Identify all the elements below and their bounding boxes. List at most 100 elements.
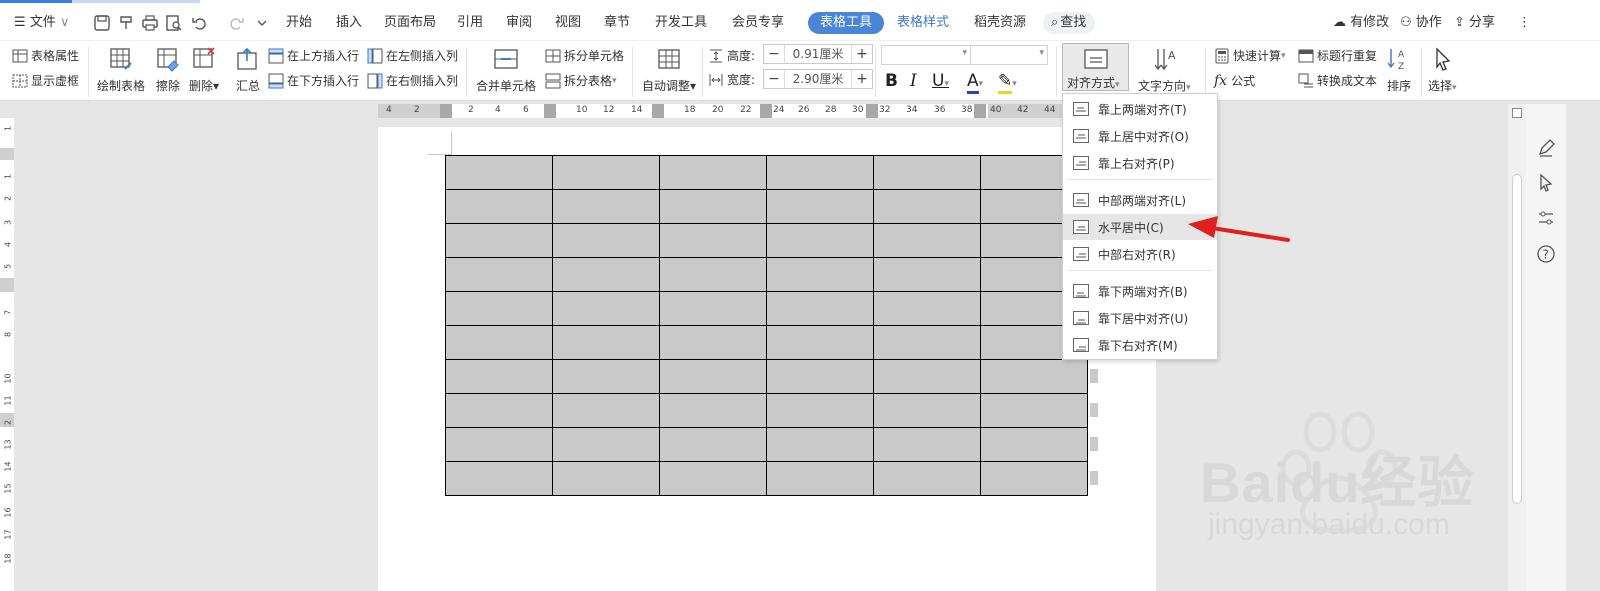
tab-page-layout[interactable]: 页面布局: [384, 13, 436, 33]
format-painter-icon[interactable]: [116, 13, 136, 33]
table-cell[interactable]: [445, 257, 553, 292]
table-cell[interactable]: [873, 155, 981, 190]
table-row[interactable]: [445, 189, 1088, 224]
tab-insert[interactable]: 插入: [336, 13, 362, 33]
table-cell[interactable]: [766, 291, 874, 326]
table-cell[interactable]: [445, 223, 553, 258]
merge-cells-button[interactable]: 合并单元格: [476, 45, 536, 94]
table-cell[interactable]: [659, 291, 767, 326]
table-cell[interactable]: [873, 189, 981, 224]
table-cell[interactable]: [659, 223, 767, 258]
table-cell[interactable]: [766, 359, 874, 394]
table-cell[interactable]: [445, 359, 553, 394]
help-icon[interactable]: ?: [1536, 244, 1556, 264]
redo-icon[interactable]: [226, 13, 246, 33]
table-cell[interactable]: [980, 393, 1088, 428]
split-table-button[interactable]: 拆分表格 ▾: [545, 72, 617, 89]
tab-member[interactable]: 会员专享: [732, 13, 784, 33]
tab-sections[interactable]: 章节: [604, 13, 630, 33]
table-cell[interactable]: [659, 189, 767, 224]
table-cell[interactable]: [552, 155, 660, 190]
table-cell[interactable]: [980, 359, 1088, 394]
insert-col-right-button[interactable]: 在右侧插入列: [367, 72, 458, 89]
font-size-select[interactable]: ▾: [970, 45, 1048, 65]
tab-developer[interactable]: 开发工具: [655, 13, 707, 33]
alignment-button[interactable]: 对齐方式▾: [1062, 43, 1129, 91]
table-cell[interactable]: [552, 291, 660, 326]
table-cell[interactable]: [659, 359, 767, 394]
height-increment-button[interactable]: +: [852, 45, 872, 63]
table-cell[interactable]: [659, 393, 767, 428]
modified-button[interactable]: ☁ 有修改: [1333, 13, 1389, 33]
table-cell[interactable]: [873, 359, 981, 394]
width-stepper[interactable]: −2.90厘米 +: [763, 69, 873, 89]
text-direction-button[interactable]: A 文字方向▾: [1138, 45, 1191, 94]
table-cell[interactable]: [659, 325, 767, 360]
scrollbar-thumb[interactable]: [1512, 174, 1522, 504]
table-cell[interactable]: [873, 393, 981, 428]
table-cell[interactable]: [659, 257, 767, 292]
highlight-button[interactable]: ✎▾: [998, 71, 1017, 94]
ruler-col-marker[interactable]: [866, 104, 878, 118]
table-cell[interactable]: [873, 223, 981, 258]
table-cell[interactable]: [873, 257, 981, 292]
select-button[interactable]: 选择▾: [1428, 45, 1457, 94]
table-cell[interactable]: [552, 325, 660, 360]
height-decrement-button[interactable]: −: [764, 45, 784, 63]
formula-button[interactable]: fx 公式: [1214, 72, 1255, 89]
table-row[interactable]: [445, 393, 1088, 428]
table-row[interactable]: [445, 427, 1088, 462]
table-cell[interactable]: [445, 427, 553, 462]
print-icon[interactable]: [140, 13, 160, 33]
ruler-col-marker[interactable]: [974, 104, 986, 118]
table-cell[interactable]: [445, 155, 553, 190]
font-color-button[interactable]: A▾: [967, 71, 983, 94]
repeat-header-button[interactable]: 标题行重复: [1298, 47, 1377, 64]
height-stepper[interactable]: −0.91厘米 +: [763, 44, 873, 64]
table-cell[interactable]: [552, 189, 660, 224]
width-decrement-button[interactable]: −: [764, 70, 784, 88]
table-row[interactable]: [445, 461, 1088, 496]
table-row[interactable]: [445, 325, 1088, 360]
vertical-scrollbar[interactable]: [1508, 104, 1526, 591]
table-cell[interactable]: [445, 393, 553, 428]
table-cell[interactable]: [766, 155, 874, 190]
table-cell[interactable]: [980, 427, 1088, 462]
tab-table-style[interactable]: 表格样式: [897, 13, 949, 33]
table-cell[interactable]: [873, 427, 981, 462]
table-cell[interactable]: [445, 291, 553, 326]
sort-button[interactable]: A Z 排序: [1385, 45, 1413, 94]
align-menu-item[interactable]: 靠上两端对齐(T): [1063, 96, 1217, 122]
table-cell[interactable]: [445, 189, 553, 224]
file-menu[interactable]: ☰ 文件 ∨: [14, 13, 69, 33]
auto-fit-button[interactable]: 自动调整▾: [642, 45, 696, 94]
width-increment-button[interactable]: +: [852, 70, 872, 88]
search-button[interactable]: ⌕ 查找: [1043, 12, 1095, 34]
insert-row-above-button[interactable]: 在上方插入行: [268, 47, 359, 64]
select-cursor-icon[interactable]: [1536, 172, 1556, 192]
table-row[interactable]: [445, 223, 1088, 258]
tab-start[interactable]: 开始: [286, 13, 312, 33]
table-cell[interactable]: [766, 461, 874, 496]
table-cell[interactable]: [873, 291, 981, 326]
vertical-ruler[interactable]: 1 1 2 3 4 5 7 8 10 11 2 13 14 15 16 17 1…: [0, 118, 14, 591]
font-name-select[interactable]: ▾: [881, 45, 971, 65]
table-row[interactable]: [445, 257, 1088, 292]
table-cell[interactable]: [766, 393, 874, 428]
undo-icon[interactable]: [190, 13, 210, 33]
share-button[interactable]: ⇪ 分享: [1454, 13, 1495, 33]
save-icon[interactable]: [92, 13, 112, 33]
summary-button[interactable]: 汇总: [234, 45, 262, 94]
bold-button[interactable]: B: [885, 71, 898, 91]
ruler-row-marker[interactable]: [0, 148, 14, 160]
tab-table-tools[interactable]: 表格工具: [808, 12, 885, 34]
table-cell[interactable]: [552, 427, 660, 462]
tab-references[interactable]: 引用: [457, 13, 483, 33]
table-cell[interactable]: [980, 461, 1088, 496]
align-menu-item[interactable]: 靠下两端对齐(B): [1063, 278, 1217, 304]
align-menu-item[interactable]: 靠上右对齐(P): [1063, 150, 1217, 176]
table-cell[interactable]: [766, 257, 874, 292]
table-cell[interactable]: [766, 189, 874, 224]
erase-button[interactable]: 擦除: [154, 45, 182, 94]
height-value[interactable]: 0.91厘米: [784, 45, 852, 63]
